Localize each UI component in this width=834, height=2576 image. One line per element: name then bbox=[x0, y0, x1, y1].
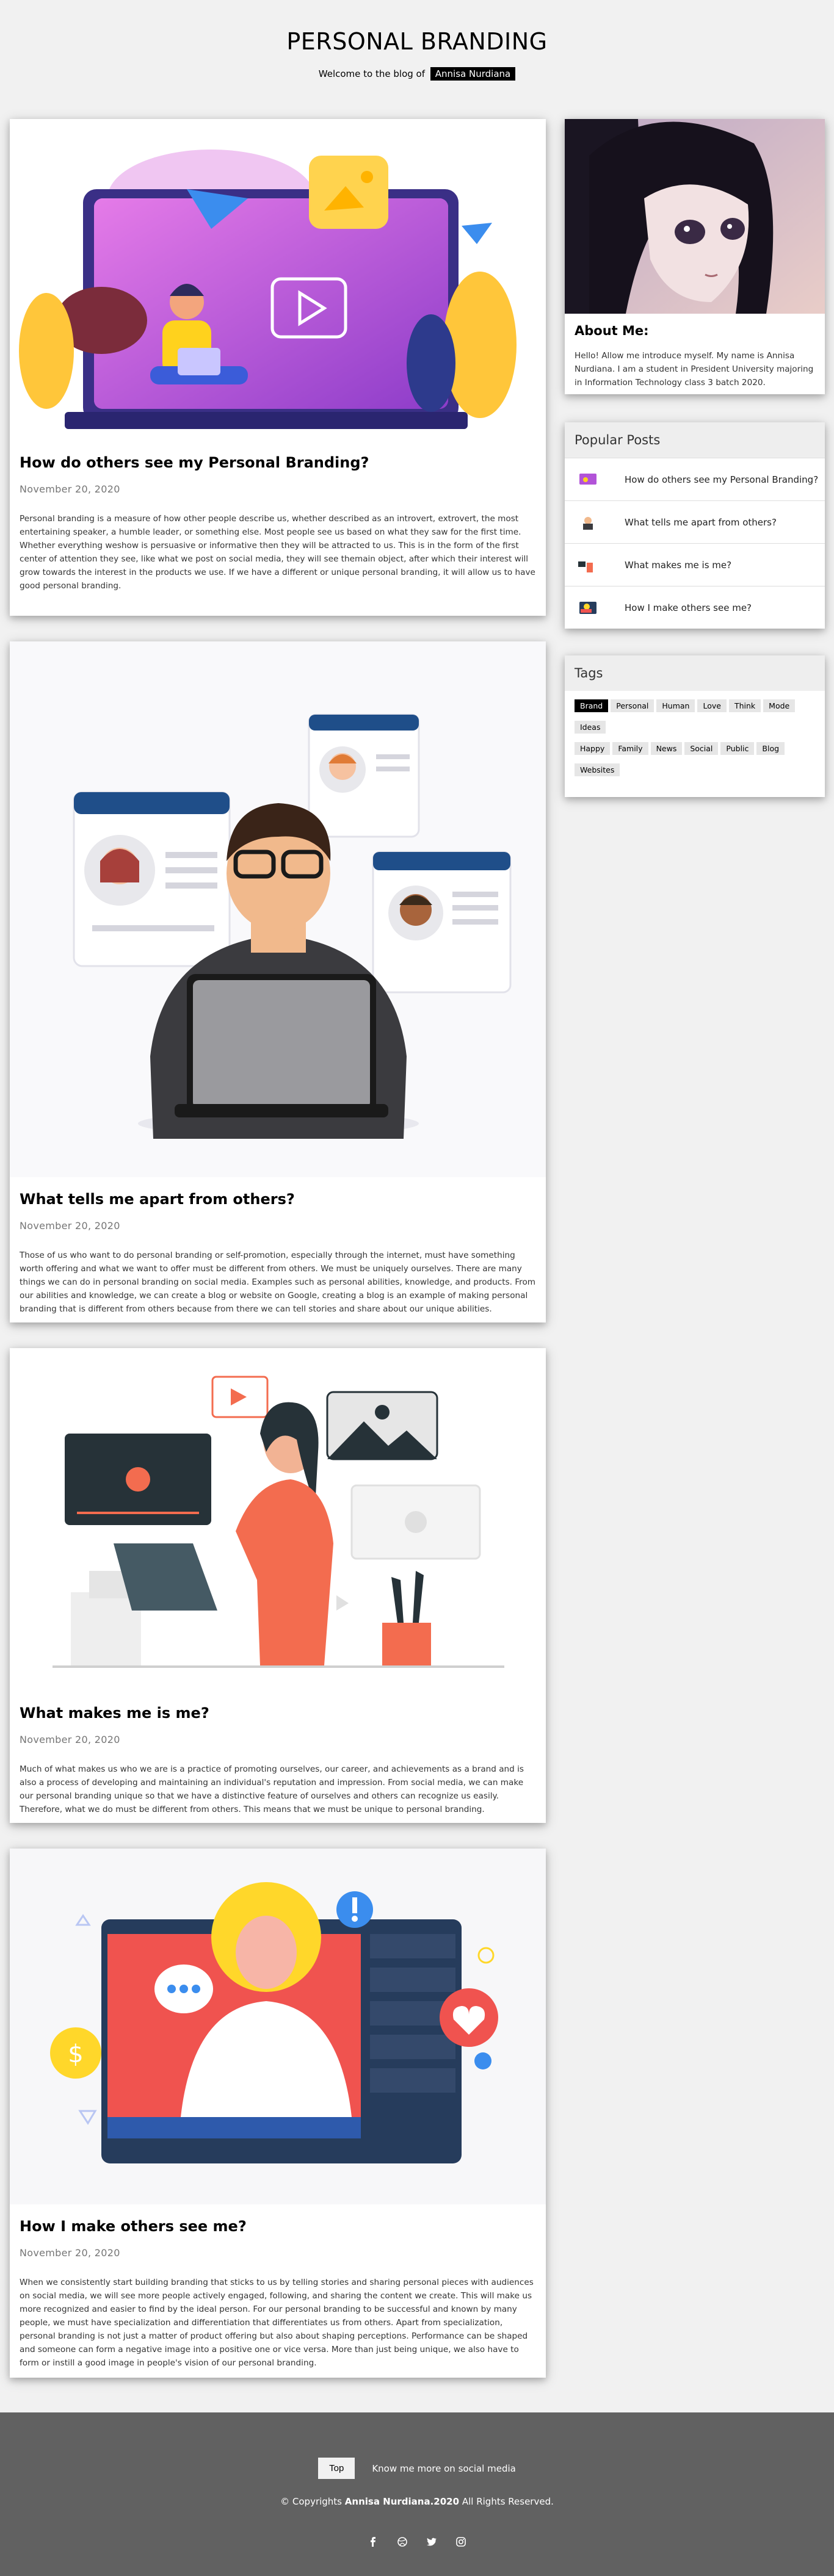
tag[interactable]: Human bbox=[656, 699, 695, 712]
post-text: Much of what makes us who we are is a pr… bbox=[20, 1764, 524, 1814]
subtitle-prefix: Welcome to the blog of bbox=[318, 68, 425, 79]
site-title: PERSONAL BRANDING bbox=[286, 28, 548, 55]
post-image: $ bbox=[10, 1849, 546, 2204]
post-title[interactable]: What tells me apart from others? bbox=[20, 1191, 536, 1208]
popular-post-label: How I make others see me? bbox=[625, 602, 752, 613]
post-card: What tells me apart from others? Novembe… bbox=[10, 641, 546, 1322]
site-footer: Top Know me more on social media © Copyr… bbox=[0, 2412, 834, 2576]
social-text: Know me more on social media bbox=[372, 2462, 516, 2474]
about-card: About Me: Hello! Allow me introduce myse… bbox=[565, 119, 825, 394]
post-image bbox=[10, 119, 546, 441]
post-date: November 20, 2020 bbox=[20, 2247, 120, 2259]
post-image bbox=[10, 1348, 546, 1691]
post-date: November 20, 2020 bbox=[20, 483, 120, 495]
instagram-icon[interactable] bbox=[455, 2536, 466, 2547]
popular-post-item[interactable]: What tells me apart from others? bbox=[565, 500, 825, 543]
post-title[interactable]: How I make others see me? bbox=[20, 2218, 536, 2235]
post-title[interactable]: What makes me is me? bbox=[20, 1705, 536, 1722]
about-title: About Me: bbox=[575, 323, 649, 338]
post-body: What makes me is me? November 20, 2020 M… bbox=[10, 1691, 546, 1827]
post-date: November 20, 2020 bbox=[20, 1734, 120, 1745]
post-body: What tells me apart from others? Novembe… bbox=[10, 1177, 546, 1327]
popular-post-label: What makes me is me? bbox=[625, 559, 732, 571]
twitter-icon[interactable] bbox=[426, 2536, 437, 2547]
dribbble-icon[interactable] bbox=[397, 2536, 408, 2547]
page: PERSONAL BRANDING Welcome to the blog of… bbox=[0, 0, 834, 2576]
popular-post-thumb bbox=[576, 513, 600, 531]
sidebar: About Me: Hello! Allow me introduce myse… bbox=[565, 119, 825, 823]
tag[interactable]: Family bbox=[612, 742, 648, 755]
copyright-prefix: © Copyrights bbox=[280, 2496, 343, 2507]
popular-posts: Popular Posts How do others see my Perso… bbox=[565, 422, 825, 629]
tag[interactable]: Ideas bbox=[575, 721, 606, 734]
footer-top-row: Top Know me more on social media bbox=[0, 2458, 834, 2479]
post-title[interactable]: How do others see my Personal Branding? bbox=[20, 454, 536, 471]
popular-post-item[interactable]: What makes me is me? bbox=[565, 543, 825, 586]
tag[interactable]: Think bbox=[728, 699, 761, 712]
posts-column: How do others see my Personal Branding? … bbox=[10, 119, 546, 2403]
tag[interactable]: Love bbox=[697, 699, 727, 712]
post-body: How I make others see me? November 20, 2… bbox=[10, 2204, 546, 2381]
post-text: When we consistently start building bran… bbox=[20, 2278, 534, 2368]
tags-box: Tags Brand Personal Human Love Think Mode Idea… bbox=[565, 655, 825, 797]
author-badge: Annisa Nurdiana bbox=[430, 67, 516, 81]
site-subtitle: Welcome to the blog of Annisa Nurdiana bbox=[0, 67, 834, 81]
popular-post-item[interactable]: How I make others see me? bbox=[565, 586, 825, 629]
site-header: PERSONAL BRANDING Welcome to the blog of… bbox=[0, 0, 834, 119]
post-card: $ How I make others see me? November 20,… bbox=[10, 1849, 546, 2378]
svg-text:$: $ bbox=[68, 2040, 83, 2068]
popular-post-item[interactable]: How do others see my Personal Branding? bbox=[565, 458, 825, 500]
popular-post-thumb bbox=[576, 471, 600, 488]
copyright-name: Annisa Nurdiana.2020 bbox=[344, 2496, 460, 2507]
about-text: Hello! Allow me introduce myself. My nam… bbox=[575, 351, 814, 388]
tag[interactable]: News bbox=[650, 742, 683, 755]
tag[interactable]: Public bbox=[720, 742, 755, 755]
social-links bbox=[0, 2536, 834, 2547]
popular-post-thumb bbox=[576, 599, 600, 616]
popular-post-thumb bbox=[576, 556, 600, 574]
tag[interactable]: Brand bbox=[575, 699, 609, 712]
tags-title: Tags bbox=[565, 655, 825, 691]
back-to-top-button[interactable]: Top bbox=[318, 2458, 355, 2479]
copyright-suffix: All Rights Reserved. bbox=[462, 2496, 554, 2507]
tag[interactable]: Happy bbox=[575, 742, 611, 755]
tag[interactable]: Social bbox=[684, 742, 719, 755]
tag[interactable]: Personal bbox=[611, 699, 655, 712]
post-card: What makes me is me? November 20, 2020 M… bbox=[10, 1348, 546, 1823]
tag[interactable]: Mode bbox=[763, 699, 796, 712]
about-body: About Me: Hello! Allow me introduce myse… bbox=[565, 314, 825, 399]
popular-posts-title: Popular Posts bbox=[565, 422, 825, 458]
post-date: November 20, 2020 bbox=[20, 1220, 120, 1232]
post-text: Personal branding is a measure of how ot… bbox=[20, 514, 535, 591]
facebook-icon[interactable] bbox=[368, 2536, 379, 2547]
tag[interactable]: Websites bbox=[575, 763, 620, 776]
tag[interactable]: Blog bbox=[756, 742, 785, 755]
post-image bbox=[10, 641, 546, 1177]
post-body: How do others see my Personal Branding? … bbox=[10, 441, 546, 604]
popular-post-label: How do others see my Personal Branding? bbox=[625, 474, 819, 485]
avatar bbox=[565, 119, 825, 314]
post-text: Those of us who want to do personal bran… bbox=[20, 1250, 536, 1314]
post-card: How do others see my Personal Branding? … bbox=[10, 119, 546, 616]
copyright: © Copyrights Annisa Nurdiana.2020 All Ri… bbox=[0, 2496, 834, 2507]
popular-post-label: What tells me apart from others? bbox=[625, 516, 777, 528]
tags-list: Brand Personal Human Love Think Mode Ideas Hap… bbox=[565, 691, 825, 797]
